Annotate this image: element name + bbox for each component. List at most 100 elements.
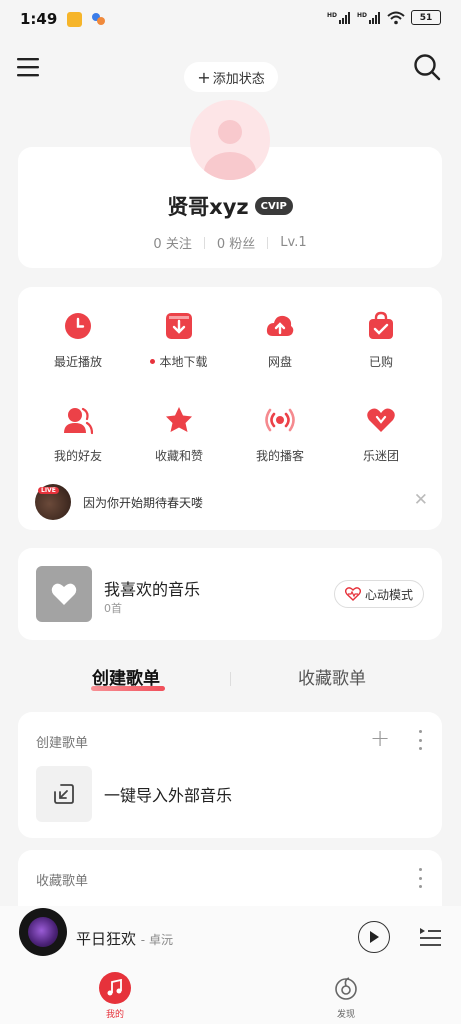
- grid-label: 网盘: [267, 355, 292, 369]
- fans-stat[interactable]: 0 粉丝: [217, 233, 255, 252]
- avatar[interactable]: [190, 100, 270, 180]
- import-icon: [54, 784, 74, 804]
- liked-music-cover: [36, 566, 92, 622]
- playlist-tabs: 创建歌单 收藏歌单: [0, 664, 461, 694]
- bottom-nav: 我的 发现: [0, 964, 461, 1024]
- clock-icon: [65, 313, 91, 339]
- song-title: 平日狂欢: [76, 930, 137, 948]
- signal-icon: HD: [327, 11, 350, 24]
- fans-label: 粉丝: [229, 237, 256, 252]
- friends-icon: [64, 407, 93, 435]
- import-external-music[interactable]: 一键导入外部音乐: [36, 766, 426, 822]
- heartbeat-icon: [344, 587, 361, 601]
- liked-music-count: 0首: [104, 602, 122, 615]
- battery-icon: 51: [411, 10, 441, 25]
- grid-label-text: 本地下载: [159, 355, 208, 369]
- stats-row: 0 关注 0 粉丝 Lv.1: [18, 233, 442, 252]
- play-icon: [370, 931, 379, 943]
- import-label: 一键导入外部音乐: [104, 786, 233, 805]
- svg-text:HD: HD: [327, 12, 337, 19]
- song-info[interactable]: 平日狂欢 - 卓沅: [76, 928, 173, 949]
- more-options-icon[interactable]: [413, 730, 427, 750]
- quick-access-card: 最近播放 本地下载 网盘 已购 我的好友 收藏和赞 我的播客 乐迷团 LIVE …: [18, 287, 442, 530]
- notification-app-icon: [92, 12, 106, 25]
- tab-created-playlists[interactable]: 创建歌单: [92, 664, 160, 689]
- liked-music-card[interactable]: 我喜欢的音乐 0首 心动模式: [18, 548, 442, 640]
- music-note-icon: [99, 972, 131, 1004]
- username: 贤哥xyz: [167, 195, 249, 219]
- grid-item-cloud-drive[interactable]: 网盘: [230, 311, 330, 370]
- grid-label: 收藏和赞: [154, 449, 203, 463]
- song-artist: - 卓沅: [140, 933, 173, 947]
- grid-item-podcast[interactable]: 我的播客: [230, 405, 330, 464]
- play-button[interactable]: [358, 921, 390, 953]
- search-icon[interactable]: [413, 53, 441, 81]
- grid-item-favorites[interactable]: 收藏和赞: [129, 405, 229, 464]
- import-icon-box: [36, 766, 92, 822]
- add-status-label: 添加状态: [212, 71, 265, 87]
- mini-player[interactable]: 平日狂欢 - 卓沅: [0, 906, 461, 964]
- add-playlist-button[interactable]: +: [370, 726, 390, 750]
- default-avatar-icon: [204, 120, 256, 180]
- live-banner[interactable]: LIVE 因为你开始期待春天喽 ✕: [18, 482, 442, 522]
- grid-label: 本地下载: [150, 353, 208, 370]
- more-options-icon[interactable]: [413, 868, 427, 888]
- follow-stat[interactable]: 0 关注: [153, 233, 191, 252]
- nav-discover[interactable]: 发现: [316, 972, 376, 1020]
- nav-label: 我的: [105, 1010, 124, 1020]
- status-indicators: HD HD 51: [327, 10, 441, 25]
- fan-club-heart-icon: [367, 408, 395, 432]
- star-icon: [166, 407, 192, 432]
- grid-label: 最近播放: [53, 355, 102, 369]
- discover-icon: [330, 972, 362, 1004]
- shopping-bag-icon: [369, 311, 393, 339]
- grid-label: 我的好友: [53, 449, 102, 463]
- broadcast-icon: [265, 408, 295, 432]
- playlist-icon[interactable]: [418, 925, 442, 949]
- album-cover[interactable]: [19, 908, 67, 956]
- fans-count: 0: [216, 237, 226, 252]
- grid-label: 已购: [368, 355, 393, 369]
- status-time: 1:49: [20, 10, 58, 28]
- heartbeat-mode-label: 心动模式: [364, 587, 413, 602]
- notes-app-icon: [67, 11, 83, 27]
- svg-text:HD: HD: [357, 12, 367, 19]
- grid-label: 我的播客: [255, 449, 304, 463]
- section-title: 收藏歌单: [36, 874, 89, 889]
- close-icon[interactable]: ✕: [414, 492, 428, 509]
- grid-label: 乐迷团: [362, 449, 399, 463]
- nav-label: 发现: [336, 1010, 355, 1020]
- grid-item-fan-club[interactable]: 乐迷团: [331, 405, 431, 464]
- grid-item-purchased[interactable]: 已购: [331, 311, 431, 370]
- signal-icon-2: HD: [357, 11, 380, 24]
- created-playlists-card: 创建歌单 + 一键导入外部音乐: [18, 712, 442, 838]
- new-dot: [150, 359, 156, 364]
- level-stat[interactable]: Lv.1: [280, 235, 306, 250]
- live-avatar: LIVE: [35, 484, 71, 520]
- tab-collected-playlists[interactable]: 收藏歌单: [298, 664, 366, 689]
- grid-item-local-download[interactable]: 本地下载: [129, 311, 229, 370]
- cloud-upload-icon: [266, 315, 294, 336]
- album-art: [28, 917, 58, 947]
- wifi-icon: [387, 11, 405, 24]
- menu-icon[interactable]: [16, 56, 40, 78]
- liked-music-title: 我喜欢的音乐: [104, 580, 201, 599]
- heartbeat-mode-button[interactable]: 心动模式: [334, 580, 424, 608]
- status-bar: 1:49 HD HD 51: [0, 0, 461, 38]
- live-badge: LIVE: [38, 487, 59, 494]
- follow-count: 0: [153, 237, 162, 252]
- tab-divider: [230, 672, 231, 686]
- grid-item-recent-play[interactable]: 最近播放: [28, 311, 128, 370]
- username-row: 贤哥xyz CVIP: [18, 191, 442, 221]
- vip-badge[interactable]: CVIP: [254, 197, 293, 215]
- live-banner-text: 因为你开始期待春天喽: [83, 495, 204, 510]
- divider: [203, 236, 205, 249]
- plus-icon: +: [197, 67, 211, 87]
- nav-mine[interactable]: 我的: [85, 972, 145, 1020]
- follow-label: 关注: [165, 237, 192, 252]
- divider: [267, 236, 269, 249]
- section-title: 创建歌单: [36, 736, 89, 751]
- add-status-button[interactable]: + 添加状态: [184, 62, 278, 92]
- download-icon: [166, 313, 192, 339]
- grid-item-friends[interactable]: 我的好友: [28, 405, 128, 464]
